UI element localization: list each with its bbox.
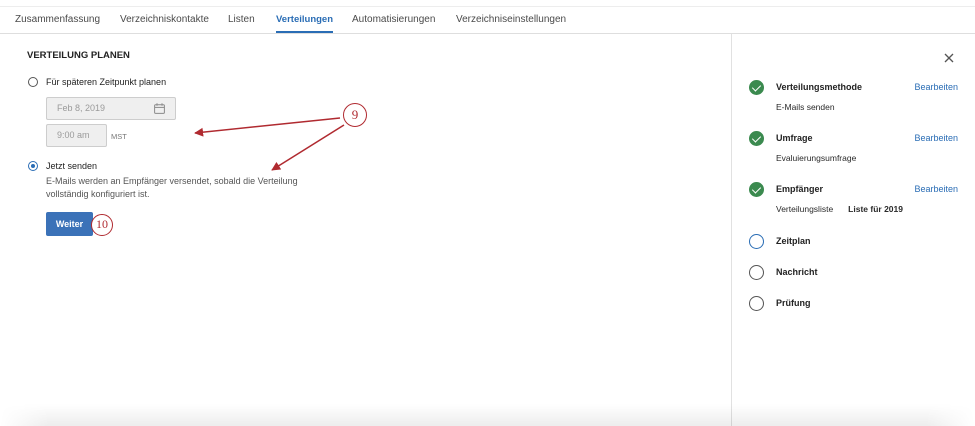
step-detail: E-Mails senden [748,102,958,112]
step-zeitplan: Zeitplan [748,233,958,249]
step-header: Umfrage Bearbeiten [748,130,958,146]
step-detail-value: Evaluierungsumfrage [776,153,857,163]
edit-link[interactable]: Bearbeiten [914,184,958,194]
calendar-icon[interactable] [154,103,165,114]
step-title: Nachricht [776,267,818,277]
step-title: Umfrage [776,133,813,143]
step-detail: Evaluierungsumfrage [748,153,958,163]
step-pruefung: Prüfung [748,295,958,311]
annotation-marker: 10 [91,214,113,236]
date-field[interactable]: Feb 8, 2019 [46,97,176,120]
step-header: Prüfung [748,295,958,311]
tab-listen[interactable]: Listen [228,7,255,33]
radio-label: Für späteren Zeitpunkt planen [46,77,167,87]
radio-label: Jetzt senden [46,161,98,171]
radio-schedule-later[interactable]: Für späteren Zeitpunkt planen [28,76,166,88]
step-detail-label: Verteilungsliste [776,204,834,214]
step-detail: Verteilungsliste Liste für 2019 [748,204,958,214]
section-heading: VERTEILUNG PLANEN [27,50,130,61]
tab-automatisierungen[interactable]: Automatisierungen [352,7,435,33]
time-value: 9:00 am [57,130,90,140]
bottom-shadow [0,404,975,426]
radio-button[interactable] [28,161,38,171]
annotation-arrow [194,117,341,137]
tab-verzeichniskontakte[interactable]: Verzeichniskontakte [120,7,209,33]
distribution-page: Zusammenfassung Verzeichniskontakte List… [0,0,975,426]
annotation-arrow [271,124,345,171]
step-title: Zeitplan [776,236,811,246]
edit-link[interactable]: Bearbeiten [914,82,958,92]
circle-outline-icon [749,264,764,280]
send-now-description: E-Mails werden an Empfänger versendet, s… [46,176,298,199]
annotation-marker: 9 [343,103,367,127]
panel-divider [731,34,732,426]
step-nachricht: Nachricht [748,264,958,280]
check-circle-icon [749,181,764,197]
radio-button[interactable] [28,77,38,87]
step-detail-value: E-Mails senden [776,102,835,112]
step-detail-value: Liste für 2019 [848,204,903,214]
tab-zusammenfassung[interactable]: Zusammenfassung [15,7,100,33]
check-circle-icon [749,130,764,146]
tab-verzeichniseinstellungen[interactable]: Verzeichniseinstellungen [456,7,566,33]
step-header: Verteilungsmethode Bearbeiten [748,79,958,95]
circle-outline-icon [749,295,764,311]
circle-outline-icon [749,233,764,249]
step-empfaenger: Empfänger Bearbeiten Verteilungsliste Li… [748,181,958,214]
step-header: Nachricht [748,264,958,280]
step-verteilungsmethode: Verteilungsmethode Bearbeiten E-Mails se… [748,79,958,112]
step-umfrage: Umfrage Bearbeiten Evaluierungsumfrage [748,130,958,163]
timezone-label: MST [111,132,127,141]
radio-send-now[interactable]: Jetzt senden [28,160,97,172]
tab-verteilungen[interactable]: Verteilungen [276,7,334,33]
check-circle-icon [749,79,764,95]
step-title: Prüfung [776,298,811,308]
edit-link[interactable]: Bearbeiten [914,133,958,143]
tab-bar: Zusammenfassung Verzeichniskontakte List… [0,6,975,34]
step-header: Empfänger Bearbeiten [748,181,958,197]
close-icon[interactable] [944,53,954,63]
next-button[interactable]: Weiter [46,212,93,236]
time-field[interactable]: 9:00 am [46,124,107,147]
step-title: Empfänger [776,184,824,194]
date-value: Feb 8, 2019 [57,103,106,113]
step-title: Verteilungsmethode [776,82,863,92]
step-header: Zeitplan [748,233,958,249]
